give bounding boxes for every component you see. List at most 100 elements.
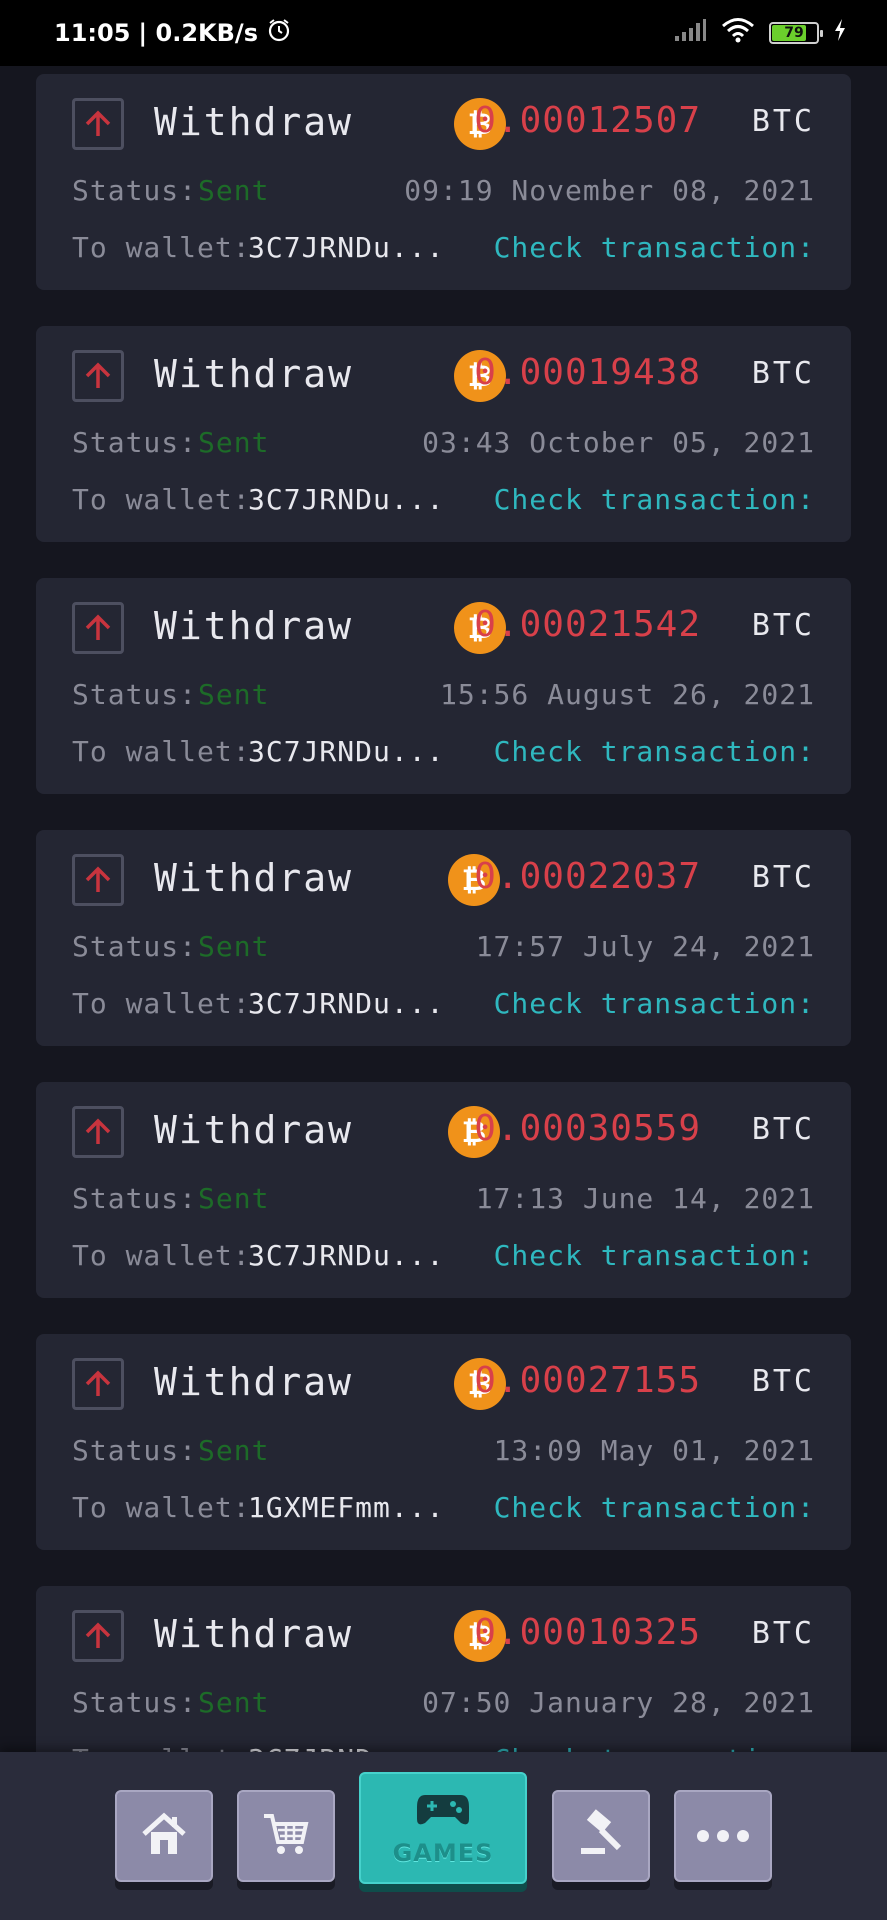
withdraw-arrow-icon <box>72 1106 124 1158</box>
status-label: Status: <box>72 174 198 207</box>
status-bar: 11:05 | 0.2KB/s 79 <box>0 0 887 66</box>
transaction-list[interactable]: Withdraw ₿ 0.00012507 BTC Status: Sent 0… <box>0 66 887 1752</box>
home-icon <box>138 1808 190 1864</box>
status-label: Status: <box>72 678 198 711</box>
gamepad-icon <box>415 1789 471 1833</box>
battery-nub <box>820 30 823 37</box>
transaction-card: Withdraw ₿ 0.00019438 BTC Status: Sent 0… <box>36 326 851 542</box>
transaction-card: Withdraw ₿ 0.00021542 BTC Status: Sent 1… <box>36 578 851 794</box>
battery-percent: 79 <box>784 25 804 41</box>
transaction-type: Withdraw <box>154 856 354 900</box>
transaction-amount: 0.00021542 <box>474 604 701 645</box>
battery-icon: 79 <box>769 22 823 44</box>
status-left: 11:05 | 0.2KB/s <box>54 17 292 49</box>
transaction-type: Withdraw <box>154 604 354 648</box>
transaction-date: 03:43 October 05, 2021 <box>422 426 815 459</box>
more-button[interactable] <box>674 1790 772 1882</box>
transaction-amount: 0.00010325 <box>474 1612 701 1653</box>
check-transaction-link[interactable]: Check transaction: <box>494 987 815 1020</box>
alarm-icon <box>266 17 292 49</box>
wallet-address: 1GXMEFmm... <box>248 1491 445 1524</box>
wallet-label: To wallet: <box>72 1239 251 1272</box>
currency-label: BTC <box>751 608 815 643</box>
transaction-card: Withdraw ₿ 0.00022037 BTC Status: Sent 1… <box>36 830 851 1046</box>
status-label: Status: <box>72 426 198 459</box>
wallet-address: 3C7JRNDu... <box>248 231 445 264</box>
dot <box>737 1830 749 1842</box>
transaction-date: 13:09 May 01, 2021 <box>493 1434 815 1467</box>
auction-button[interactable] <box>552 1790 650 1882</box>
transaction-type: Withdraw <box>154 1612 354 1656</box>
currency-label: BTC <box>751 1112 815 1147</box>
currency-label: BTC <box>751 104 815 139</box>
wallet-address: 3C7JRNDu... <box>248 483 445 516</box>
wifi-icon <box>721 17 755 49</box>
more-dots-icon <box>697 1830 749 1842</box>
wallet-address: 3C7JRNDu... <box>248 1239 445 1272</box>
transaction-date: 15:56 August 26, 2021 <box>439 678 815 711</box>
withdraw-arrow-icon <box>72 350 124 402</box>
transaction-card: Withdraw ₿ 0.00010325 BTC Status: Sent 0… <box>36 1586 851 1752</box>
transaction-type: Withdraw <box>154 1108 354 1152</box>
wallet-label: To wallet: <box>72 231 251 264</box>
wallet-label: To wallet: <box>72 1491 251 1524</box>
status-label: Status: <box>72 1182 198 1215</box>
check-transaction-link[interactable]: Check transaction: <box>494 1491 815 1524</box>
withdraw-arrow-icon <box>72 602 124 654</box>
dot <box>717 1830 729 1842</box>
games-label: GAMES <box>392 1839 494 1867</box>
games-button[interactable]: GAMES <box>359 1772 527 1884</box>
bottom-nav: GAMES <box>0 1752 887 1920</box>
status-value: Sent <box>198 1686 270 1719</box>
status-right: 79 <box>673 17 847 49</box>
status-label: Status: <box>72 1434 198 1467</box>
dot <box>697 1830 709 1842</box>
transaction-amount: 0.00012507 <box>474 100 701 141</box>
currency-label: BTC <box>751 1616 815 1651</box>
wallet-label: To wallet: <box>72 735 251 768</box>
transaction-date: 07:50 January 28, 2021 <box>422 1686 815 1719</box>
status-value: Sent <box>198 1434 270 1467</box>
currency-label: BTC <box>751 1364 815 1399</box>
currency-label: BTC <box>751 356 815 391</box>
check-transaction-link[interactable]: Check transaction: <box>494 483 815 516</box>
wallet-address: 3C7JRNDu... <box>248 735 445 768</box>
shop-button[interactable] <box>237 1790 335 1882</box>
transaction-card: Withdraw ₿ 0.00030559 BTC Status: Sent 1… <box>36 1082 851 1298</box>
transaction-type: Withdraw <box>154 352 354 396</box>
home-button[interactable] <box>115 1790 213 1882</box>
check-transaction-link[interactable]: Check transaction: <box>494 1239 815 1272</box>
withdraw-arrow-icon <box>72 1610 124 1662</box>
check-transaction-link[interactable]: Check transaction: <box>494 1743 815 1752</box>
transaction-amount: 0.00019438 <box>474 352 701 393</box>
network-speed: | 0.2KB/s <box>138 19 258 47</box>
transaction-type: Withdraw <box>154 1360 354 1404</box>
transaction-date: 09:19 November 08, 2021 <box>404 174 815 207</box>
status-label: Status: <box>72 930 198 963</box>
transaction-date: 17:57 July 24, 2021 <box>475 930 815 963</box>
status-value: Sent <box>198 426 270 459</box>
transaction-amount: 0.00027155 <box>474 1360 701 1401</box>
check-transaction-link[interactable]: Check transaction: <box>494 735 815 768</box>
status-value: Sent <box>198 930 270 963</box>
gavel-icon <box>575 1808 627 1864</box>
cart-icon <box>260 1808 312 1864</box>
wallet-label: To wallet: <box>72 1743 251 1752</box>
withdraw-arrow-icon <box>72 98 124 150</box>
wallet-label: To wallet: <box>72 483 251 516</box>
withdraw-arrow-icon <box>72 1358 124 1410</box>
transaction-card: Withdraw ₿ 0.00012507 BTC Status: Sent 0… <box>36 74 851 290</box>
transaction-card: Withdraw ₿ 0.00027155 BTC Status: Sent 1… <box>36 1334 851 1550</box>
status-label: Status: <box>72 1686 198 1719</box>
transaction-type: Withdraw <box>154 100 354 144</box>
transaction-amount: 0.00022037 <box>474 856 701 897</box>
wallet-label: To wallet: <box>72 987 251 1020</box>
status-value: Sent <box>198 1182 270 1215</box>
wallet-address: 3C7JRNDu... <box>248 987 445 1020</box>
transaction-amount: 0.00030559 <box>474 1108 701 1149</box>
currency-label: BTC <box>751 860 815 895</box>
transaction-date: 17:13 June 14, 2021 <box>475 1182 815 1215</box>
withdraw-arrow-icon <box>72 854 124 906</box>
check-transaction-link[interactable]: Check transaction: <box>494 231 815 264</box>
charging-icon <box>833 18 847 48</box>
